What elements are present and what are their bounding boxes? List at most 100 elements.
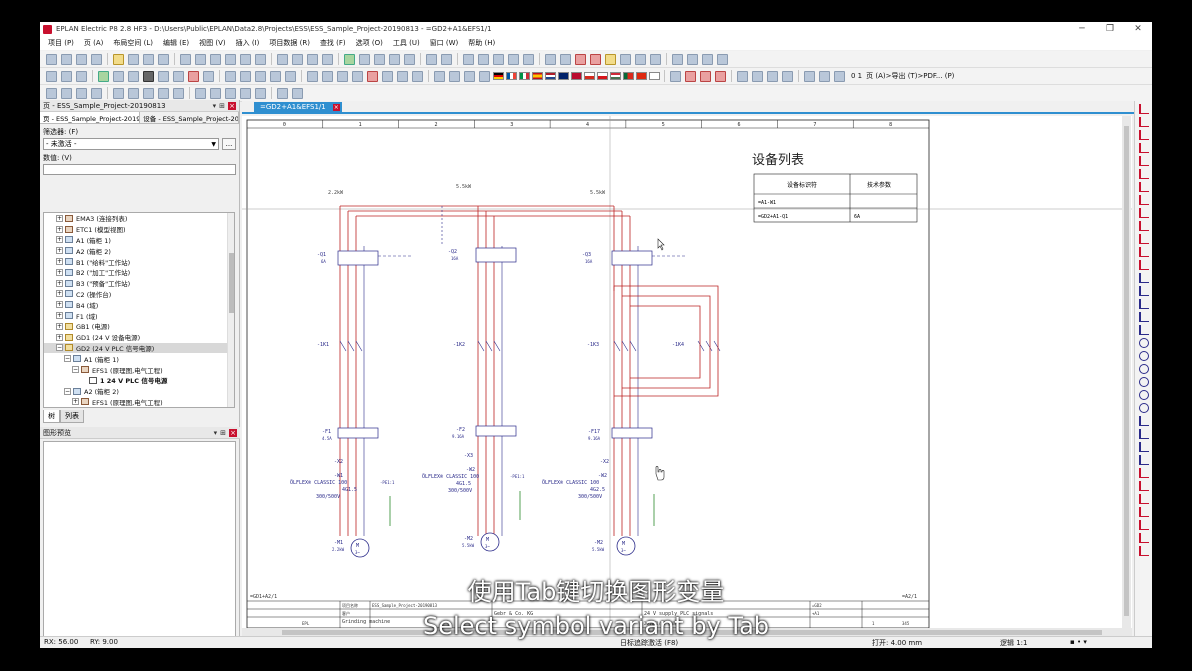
dim-tool-icon[interactable]	[158, 87, 169, 99]
history-icon[interactable]	[255, 53, 266, 65]
route-c-icon[interactable]	[767, 70, 778, 82]
page-setup-icon[interactable]	[225, 70, 236, 82]
dim-chain-icon[interactable]	[1138, 494, 1149, 504]
expand-icon[interactable]: +	[56, 301, 63, 309]
wave-tool-icon[interactable]	[91, 87, 102, 99]
doc-a-icon[interactable]	[819, 70, 830, 82]
dim-radius-icon[interactable]	[1138, 546, 1149, 556]
report-graphic-icon[interactable]	[285, 70, 296, 82]
symbol-icon[interactable]	[590, 53, 601, 65]
hyperlink-icon[interactable]	[1138, 455, 1149, 465]
expand-icon[interactable]: +	[56, 333, 63, 341]
value-input[interactable]	[43, 164, 236, 175]
filter-select[interactable]: - 未激活 - ▼	[43, 138, 219, 150]
eraser-icon[interactable]	[210, 53, 221, 65]
paste-icon[interactable]	[158, 53, 169, 65]
cut-icon[interactable]	[128, 53, 139, 65]
text-tool-icon[interactable]	[143, 87, 154, 99]
tree-node[interactable]: + F1 (域)	[44, 310, 234, 321]
page-list-icon[interactable]	[322, 53, 333, 65]
frame-tool-icon[interactable]	[113, 87, 124, 99]
tree-node[interactable]: + A1 (箱柜 1)	[44, 235, 234, 246]
t-junction-left-icon[interactable]	[1138, 195, 1149, 205]
flag-pt-icon[interactable]	[623, 72, 634, 80]
minimize-button[interactable]: ─	[1068, 24, 1096, 34]
copy-icon[interactable]	[143, 53, 154, 65]
t-junction-down-icon[interactable]	[1138, 156, 1149, 166]
menu-options[interactable]: 选项 (O)	[356, 38, 383, 48]
menu-edit[interactable]: 编辑 (E)	[163, 38, 189, 48]
view-b-icon[interactable]	[687, 53, 698, 65]
arc-tool-icon[interactable]	[61, 87, 72, 99]
tree-node[interactable]: − EFS1 (原理图,电气工程)	[44, 364, 234, 375]
menu-help[interactable]: 帮助 (H)	[468, 38, 495, 48]
arc-icon[interactable]	[1138, 377, 1149, 387]
flag-cz-icon[interactable]	[597, 72, 608, 80]
corner-bl-icon[interactable]	[1138, 130, 1149, 140]
open-icon[interactable]	[61, 53, 72, 65]
magnet-icon[interactable]	[575, 53, 586, 65]
arrow-right-icon[interactable]	[441, 53, 452, 65]
macro-icon[interactable]	[605, 53, 616, 65]
route-b-icon[interactable]	[752, 70, 763, 82]
dim-linear-icon[interactable]	[1138, 468, 1149, 478]
arrow-left-icon[interactable]	[426, 53, 437, 65]
circle-b-icon[interactable]	[1138, 351, 1149, 361]
interruption-point-icon[interactable]	[1138, 234, 1149, 244]
messages-icon[interactable]	[322, 70, 333, 82]
flag-it-icon[interactable]	[519, 72, 530, 80]
distribute-icon[interactable]	[255, 87, 266, 99]
settings-b-icon[interactable]	[292, 87, 303, 99]
shield-icon[interactable]	[158, 70, 169, 82]
tree-node[interactable]: + B3 ("预备"工作站)	[44, 278, 234, 289]
polyline-icon[interactable]	[1138, 286, 1149, 296]
export-pdf-shortcut[interactable]: 页 (A)>导出 (T)>PDF... (P)	[866, 71, 954, 81]
cross-connection-icon[interactable]	[1138, 208, 1149, 218]
message-b-icon[interactable]	[352, 70, 363, 82]
menu-page[interactable]: 页 (A)	[84, 38, 103, 48]
flag-fr-icon[interactable]	[506, 72, 517, 80]
expand-icon[interactable]: +	[56, 258, 63, 266]
select-icon[interactable]	[180, 53, 191, 65]
expand-icon[interactable]: +	[56, 225, 63, 233]
translate-icon[interactable]	[434, 70, 445, 82]
tree-node[interactable]: + C2 (操作台)	[44, 289, 234, 300]
menu-find[interactable]: 查找 (F)	[320, 38, 346, 48]
preview-menu-icon[interactable]: ▾	[214, 429, 218, 437]
window-macro-icon[interactable]	[620, 53, 631, 65]
cross-ref-icon[interactable]	[203, 70, 214, 82]
mark-a-icon[interactable]	[670, 70, 681, 82]
collapse-icon[interactable]: −	[72, 366, 79, 374]
tree-node[interactable]: + ETC1 (模型视图)	[44, 224, 234, 235]
message-a-icon[interactable]	[337, 70, 348, 82]
menu-window[interactable]: 窗口 (W)	[430, 38, 459, 48]
digit-buttons[interactable]: 0 1	[851, 72, 862, 80]
report-update-icon[interactable]	[255, 70, 266, 82]
panel-menu-icon[interactable]: ▾	[213, 102, 217, 110]
grid-b-icon[interactable]	[478, 53, 489, 65]
interruption-icon[interactable]	[188, 70, 199, 82]
tree-node[interactable]: + GD1 (24 V 设备电源)	[44, 332, 234, 343]
tab-list[interactable]: 列表	[60, 410, 84, 423]
flag-pl-icon[interactable]	[584, 72, 595, 80]
hatch-tool-icon[interactable]	[128, 87, 139, 99]
flag-hu-icon[interactable]	[610, 72, 621, 80]
tree-node[interactable]: + B2 ("加工"工作站)	[44, 267, 234, 278]
polygon-icon[interactable]	[1138, 299, 1149, 309]
zoom-window-icon[interactable]	[359, 53, 370, 65]
expand-icon[interactable]: +	[56, 279, 63, 287]
corner-tr-icon[interactable]	[1138, 117, 1149, 127]
grid-c-icon[interactable]	[493, 53, 504, 65]
arc-b-icon[interactable]	[1138, 390, 1149, 400]
t-junction-up-icon[interactable]	[1138, 169, 1149, 179]
dim-increment-icon[interactable]	[1138, 520, 1149, 530]
redo-icon[interactable]	[240, 53, 251, 65]
tree-scrollbar[interactable]	[227, 213, 234, 407]
flag-kr-icon[interactable]	[649, 72, 660, 80]
image-icon[interactable]	[1138, 442, 1149, 452]
tree-node[interactable]: + EFS1 (原理图,电气工程)	[44, 397, 234, 407]
flag-es-icon[interactable]	[532, 72, 543, 80]
doc-b-icon[interactable]	[834, 70, 845, 82]
menu-view[interactable]: 视图 (V)	[199, 38, 225, 48]
dim-baseline-icon[interactable]	[1138, 507, 1149, 517]
